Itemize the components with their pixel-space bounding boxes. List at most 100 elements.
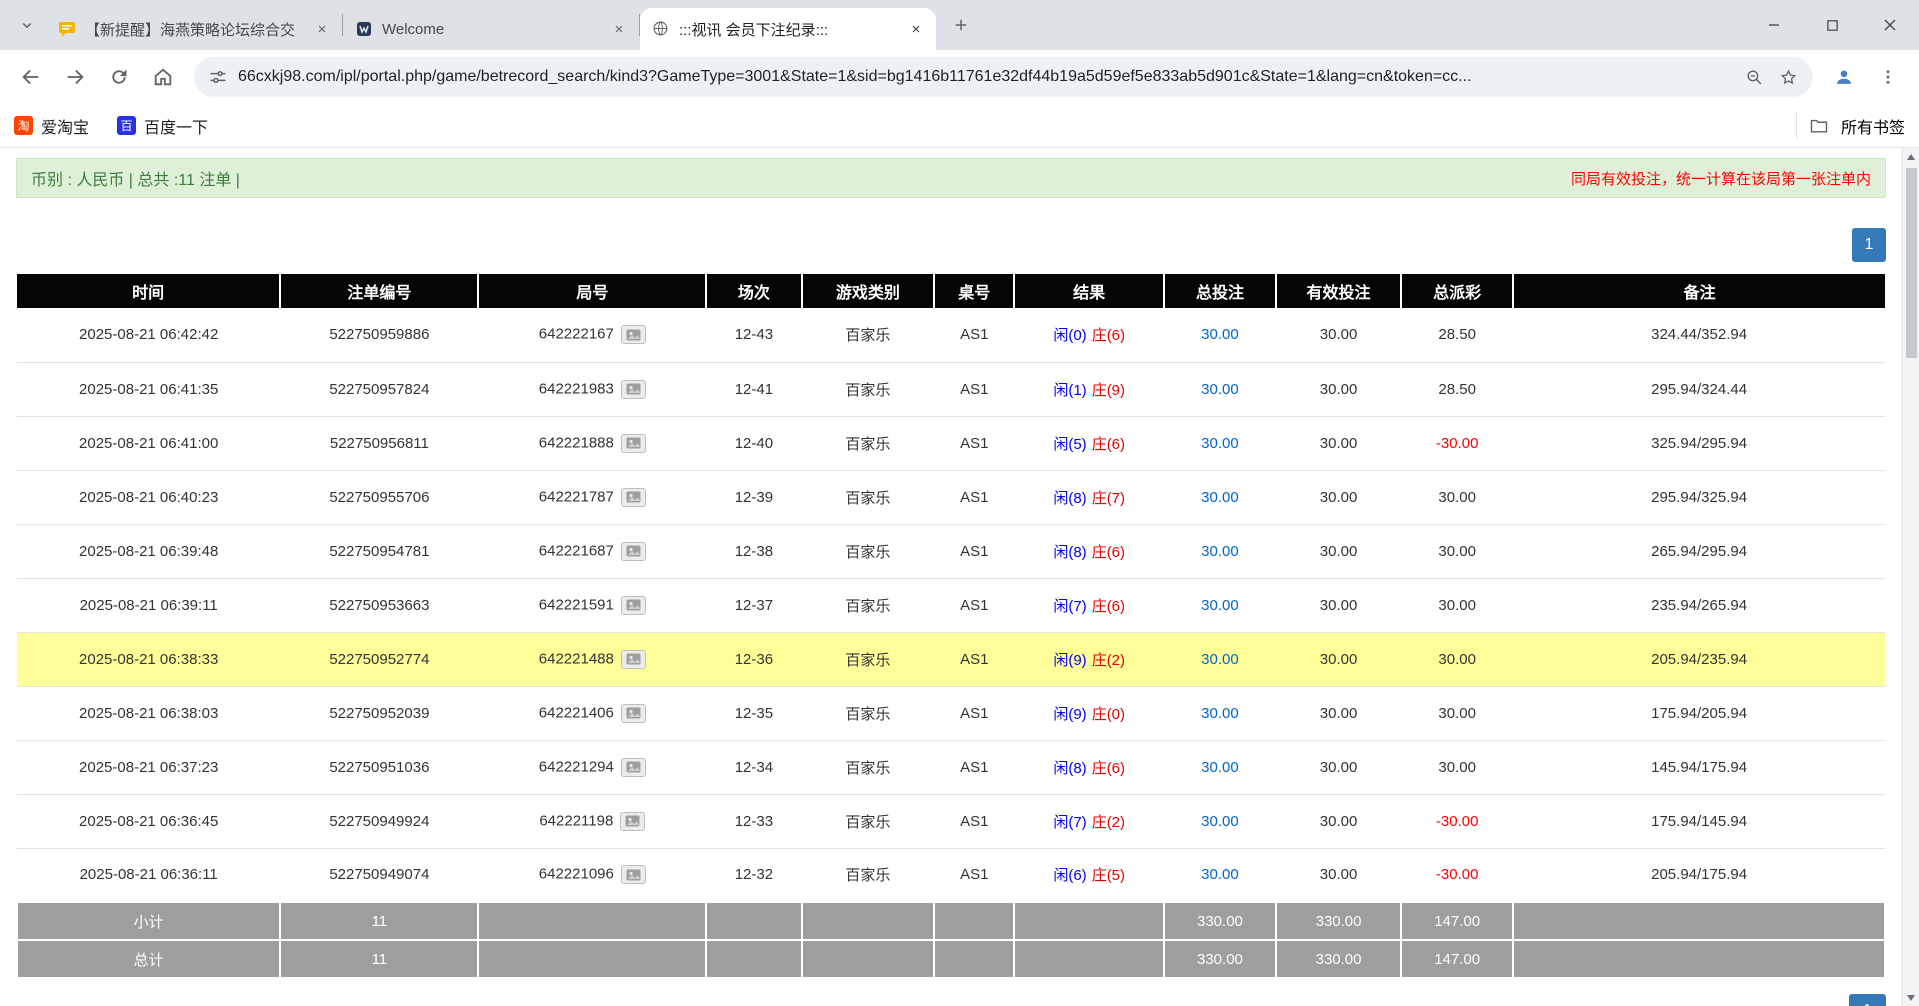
table-row: 2025-08-21 06:42:42 522750959886 6422221… xyxy=(17,308,1885,362)
cell-result: 闲(8)庄(6) xyxy=(1014,740,1163,794)
all-bookmarks[interactable]: 所有书签 xyxy=(1796,113,1905,139)
column-header: 桌号 xyxy=(934,274,1014,308)
site-info-tune-icon[interactable] xyxy=(208,67,228,87)
cell-result: 闲(0)庄(6) xyxy=(1014,308,1163,362)
round-replay-icon[interactable] xyxy=(621,865,646,884)
folder-icon xyxy=(1809,116,1829,136)
total-bet-link[interactable]: 30.00 xyxy=(1201,597,1239,614)
cell-total-bet: 30.00 xyxy=(1164,794,1276,848)
scroll-down-arrow-icon[interactable] xyxy=(1903,989,1919,1006)
browser-tab-betrecord[interactable]: :::视讯 会员下注纪录::: xyxy=(640,8,936,50)
tab-close-icon[interactable] xyxy=(609,19,629,39)
total-bet-link[interactable]: 30.00 xyxy=(1201,543,1239,560)
round-replay-icon[interactable] xyxy=(621,596,646,615)
cell-result: 闲(5)庄(6) xyxy=(1014,416,1163,470)
round-replay-icon[interactable] xyxy=(620,812,645,831)
refresh-button[interactable] xyxy=(98,56,140,98)
bookmark-taobao[interactable]: 淘 爱淘宝 xyxy=(14,114,89,138)
footer-empty-cell xyxy=(934,902,1014,940)
minimize-button[interactable] xyxy=(1745,0,1803,50)
result-banker: 庄(6) xyxy=(1092,598,1125,615)
result-player: 闲(8) xyxy=(1053,760,1086,777)
summary-notice-bar: 币别 : 人民币 | 总共 :11 注单 | 同局有效投注，统一计算在该局第一张… xyxy=(16,158,1886,198)
total-bet-link[interactable]: 30.00 xyxy=(1201,759,1239,776)
cell-time: 2025-08-21 06:38:03 xyxy=(17,686,280,740)
cell-valid-bet: 30.00 xyxy=(1276,362,1401,416)
total-bet-link[interactable]: 30.00 xyxy=(1201,435,1239,452)
total-bet-link[interactable]: 30.00 xyxy=(1201,326,1239,343)
cell-note: 145.94/175.94 xyxy=(1513,740,1885,794)
pagination-bottom-partial[interactable]: 1 xyxy=(1849,994,1886,1006)
scroll-up-arrow-icon[interactable] xyxy=(1903,148,1919,165)
address-bar[interactable]: 66cxkj98.com/ipl/portal.php/game/betreco… xyxy=(194,57,1813,97)
result-banker: 庄(0) xyxy=(1092,706,1125,723)
page-content: 币别 : 人民币 | 总共 :11 注单 | 同局有效投注，统一计算在该局第一张… xyxy=(0,148,1919,1006)
cell-bet-id: 522750953663 xyxy=(280,578,478,632)
total-valid-bet: 330.00 xyxy=(1276,940,1401,978)
cell-note: 205.94/175.94 xyxy=(1513,848,1885,902)
cell-note: 325.94/295.94 xyxy=(1513,416,1885,470)
round-replay-icon[interactable] xyxy=(621,758,646,777)
table-body: 2025-08-21 06:42:42 522750959886 6422221… xyxy=(17,308,1885,902)
browser-tab-welcome[interactable]: Welcome xyxy=(343,8,639,50)
cell-session: 12-34 xyxy=(706,740,801,794)
bookmark-baidu[interactable]: 百 百度一下 xyxy=(117,114,208,138)
bookmark-label: 百度一下 xyxy=(144,114,208,138)
browser-tab-forum[interactable]: 【新提醒】海燕策略论坛综合交 xyxy=(46,8,342,50)
table-row: 2025-08-21 06:36:45 522750949924 6422211… xyxy=(17,794,1885,848)
round-replay-icon[interactable] xyxy=(621,704,646,723)
round-number: 642221096 xyxy=(539,866,614,883)
column-header: 总投注 xyxy=(1164,274,1276,308)
cell-session: 12-35 xyxy=(706,686,801,740)
round-replay-icon[interactable] xyxy=(621,325,646,344)
total-bet-link[interactable]: 30.00 xyxy=(1201,651,1239,668)
bookmark-star-icon[interactable] xyxy=(1771,60,1805,94)
round-number: 642221198 xyxy=(539,812,613,829)
total-bet-link[interactable]: 30.00 xyxy=(1201,705,1239,722)
cell-game-type: 百家乐 xyxy=(802,470,935,524)
total-bet-link[interactable]: 30.00 xyxy=(1201,489,1239,506)
cell-total-bet: 30.00 xyxy=(1164,686,1276,740)
tab-close-icon[interactable] xyxy=(312,19,332,39)
cell-round: 642221406 xyxy=(478,686,706,740)
round-replay-icon[interactable] xyxy=(621,542,646,561)
round-replay-icon[interactable] xyxy=(621,434,646,453)
close-window-button[interactable] xyxy=(1861,0,1919,50)
back-button[interactable] xyxy=(10,56,52,98)
round-replay-icon[interactable] xyxy=(621,488,646,507)
tab-close-icon[interactable] xyxy=(906,19,926,39)
menu-dots-icon[interactable] xyxy=(1867,56,1909,98)
footer-empty-cell xyxy=(478,940,706,978)
new-tab-button[interactable] xyxy=(944,8,978,42)
total-bet-link[interactable]: 30.00 xyxy=(1201,381,1239,398)
round-replay-icon[interactable] xyxy=(621,380,646,399)
cell-bet-id: 522750957824 xyxy=(280,362,478,416)
forward-button[interactable] xyxy=(54,56,96,98)
total-bet-link[interactable]: 30.00 xyxy=(1201,813,1239,830)
cell-bet-id: 522750959886 xyxy=(280,308,478,362)
subtotal-payout: 147.00 xyxy=(1401,902,1513,940)
round-replay-icon[interactable] xyxy=(621,650,646,669)
tab-title: Welcome xyxy=(382,21,600,38)
result-player: 闲(9) xyxy=(1053,706,1086,723)
cell-time: 2025-08-21 06:36:45 xyxy=(17,794,280,848)
vertical-scrollbar[interactable] xyxy=(1902,148,1919,1006)
cell-game-type: 百家乐 xyxy=(802,632,935,686)
cell-result: 闲(1)庄(9) xyxy=(1014,362,1163,416)
pagination-page-1-button[interactable]: 1 xyxy=(1852,228,1886,262)
cell-valid-bet: 30.00 xyxy=(1276,470,1401,524)
scrollbar-thumb[interactable] xyxy=(1906,168,1917,358)
browser-window: 【新提醒】海燕策略论坛综合交 Welcome :::视讯 会员下注纪录::: xyxy=(0,0,1919,1006)
round-number: 642221787 xyxy=(539,488,614,505)
cell-time: 2025-08-21 06:39:11 xyxy=(17,578,280,632)
cell-table-number: AS1 xyxy=(934,470,1014,524)
cell-session: 12-37 xyxy=(706,578,801,632)
cell-game-type: 百家乐 xyxy=(802,524,935,578)
home-button[interactable] xyxy=(142,56,184,98)
tab-search-chevron-icon[interactable] xyxy=(10,8,44,42)
maximize-button[interactable] xyxy=(1803,0,1861,50)
zoom-icon[interactable] xyxy=(1737,60,1771,94)
profile-icon[interactable] xyxy=(1823,56,1865,98)
total-bet-link[interactable]: 30.00 xyxy=(1201,866,1239,883)
cell-session: 12-36 xyxy=(706,632,801,686)
